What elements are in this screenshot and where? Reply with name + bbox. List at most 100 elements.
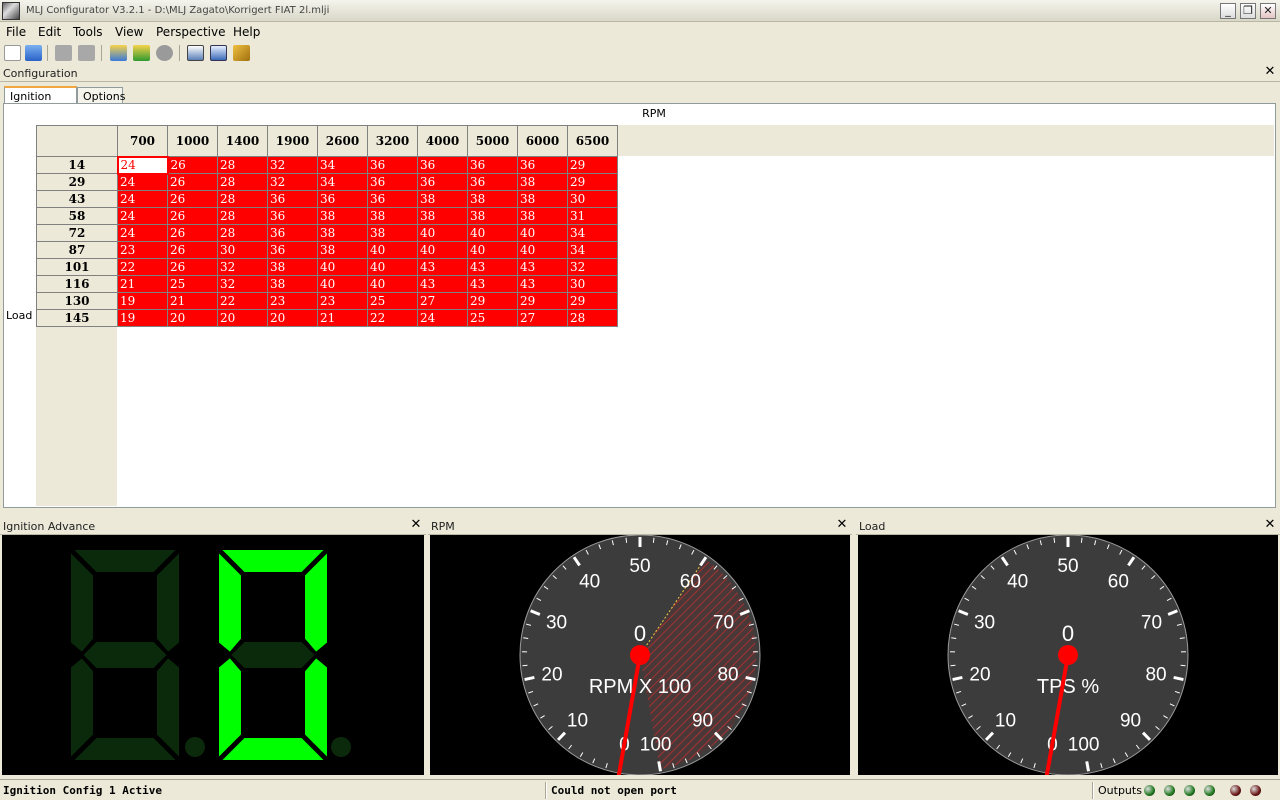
- map-cell[interactable]: 38: [467, 207, 518, 225]
- map-cell[interactable]: 36: [367, 190, 418, 208]
- map-cell[interactable]: 38: [267, 258, 318, 276]
- map-cell[interactable]: 40: [367, 275, 418, 293]
- wrench-icon[interactable]: [233, 45, 250, 61]
- map-cell[interactable]: 43: [417, 258, 468, 276]
- map-cell[interactable]: 26: [167, 173, 218, 191]
- upload-icon[interactable]: [110, 45, 127, 61]
- map-cell[interactable]: 29: [567, 156, 618, 174]
- menu-view[interactable]: View: [115, 25, 143, 39]
- download-icon[interactable]: [133, 45, 150, 61]
- map-cell[interactable]: 38: [317, 241, 368, 259]
- map-cell[interactable]: 32: [567, 258, 618, 276]
- save-icon[interactable]: [55, 45, 72, 61]
- map-cell[interactable]: 40: [467, 241, 518, 259]
- menu-edit[interactable]: Edit: [38, 25, 61, 39]
- map-cell[interactable]: 30: [217, 241, 268, 259]
- map-cell[interactable]: 25: [367, 292, 418, 310]
- chart-icon[interactable]: [210, 45, 227, 61]
- map-cell[interactable]: 36: [267, 190, 318, 208]
- map-cell[interactable]: 24: [417, 309, 468, 327]
- map-cell[interactable]: 32: [217, 275, 268, 293]
- map-cell[interactable]: 22: [217, 292, 268, 310]
- map-cell[interactable]: 19: [117, 309, 168, 327]
- map-cell[interactable]: 25: [467, 309, 518, 327]
- map-cell[interactable]: 36: [467, 156, 518, 174]
- map-cell[interactable]: 36: [317, 190, 368, 208]
- map-cell[interactable]: 32: [267, 173, 318, 191]
- menu-perspective[interactable]: Perspective: [156, 25, 226, 39]
- map-cell[interactable]: 24: [117, 207, 168, 225]
- map-cell[interactable]: 24: [116, 155, 169, 175]
- map-cell[interactable]: 36: [267, 241, 318, 259]
- map-cell[interactable]: 34: [567, 224, 618, 242]
- map-cell[interactable]: 19: [117, 292, 168, 310]
- map-cell[interactable]: 36: [267, 207, 318, 225]
- map-cell[interactable]: 38: [467, 190, 518, 208]
- map-cell[interactable]: 36: [367, 156, 418, 174]
- map-cell[interactable]: 32: [267, 156, 318, 174]
- config-icon[interactable]: [187, 45, 204, 61]
- map-cell[interactable]: 27: [517, 309, 568, 327]
- map-cell[interactable]: 43: [517, 258, 568, 276]
- map-cell[interactable]: 21: [317, 309, 368, 327]
- map-cell[interactable]: 43: [517, 275, 568, 293]
- map-cell[interactable]: 43: [417, 275, 468, 293]
- map-cell[interactable]: 28: [217, 190, 268, 208]
- map-cell[interactable]: 38: [317, 207, 368, 225]
- map-cell[interactable]: 40: [467, 224, 518, 242]
- menu-file[interactable]: File: [6, 25, 26, 39]
- map-cell[interactable]: 38: [267, 275, 318, 293]
- map-cell[interactable]: 26: [167, 156, 218, 174]
- map-cell[interactable]: 36: [517, 156, 568, 174]
- burn-icon[interactable]: [156, 45, 173, 61]
- close-icon[interactable]: ✕: [1263, 518, 1277, 532]
- map-cell[interactable]: 36: [267, 224, 318, 242]
- map-cell[interactable]: 36: [417, 173, 468, 191]
- map-cell[interactable]: 29: [567, 292, 618, 310]
- map-cell[interactable]: 36: [417, 156, 468, 174]
- map-cell[interactable]: 34: [317, 173, 368, 191]
- map-cell[interactable]: 38: [317, 224, 368, 242]
- map-cell[interactable]: 30: [567, 275, 618, 293]
- tab-options[interactable]: Options: [77, 87, 125, 104]
- map-cell[interactable]: 38: [517, 173, 568, 191]
- map-cell[interactable]: 38: [517, 207, 568, 225]
- open-folder-icon[interactable]: [25, 45, 42, 61]
- map-cell[interactable]: 22: [367, 309, 418, 327]
- map-cell[interactable]: 28: [567, 309, 618, 327]
- map-cell[interactable]: 40: [317, 275, 368, 293]
- map-cell[interactable]: 34: [317, 156, 368, 174]
- map-cell[interactable]: 24: [117, 173, 168, 191]
- map-cell[interactable]: 36: [467, 173, 518, 191]
- map-cell[interactable]: 20: [167, 309, 218, 327]
- map-cell[interactable]: 26: [167, 224, 218, 242]
- map-cell[interactable]: 40: [367, 258, 418, 276]
- save-as-icon[interactable]: [78, 45, 95, 61]
- map-cell[interactable]: 28: [217, 207, 268, 225]
- map-cell[interactable]: 29: [467, 292, 518, 310]
- restore-button[interactable]: ❐: [1240, 3, 1256, 19]
- map-cell[interactable]: 40: [417, 224, 468, 242]
- close-window-button[interactable]: ✕: [1260, 3, 1276, 19]
- map-cell[interactable]: 43: [467, 275, 518, 293]
- map-cell[interactable]: 28: [217, 224, 268, 242]
- map-cell[interactable]: 43: [467, 258, 518, 276]
- map-cell[interactable]: 26: [167, 241, 218, 259]
- map-cell[interactable]: 40: [517, 241, 568, 259]
- menu-tools[interactable]: Tools: [73, 25, 103, 39]
- map-cell[interactable]: 32: [217, 258, 268, 276]
- map-cell[interactable]: 26: [167, 190, 218, 208]
- close-icon[interactable]: ✕: [409, 518, 423, 532]
- map-cell[interactable]: 21: [167, 292, 218, 310]
- menu-help[interactable]: Help: [233, 25, 260, 39]
- map-cell[interactable]: 28: [217, 156, 268, 174]
- map-cell[interactable]: 24: [117, 224, 168, 242]
- map-cell[interactable]: 34: [567, 241, 618, 259]
- map-cell[interactable]: 28: [217, 173, 268, 191]
- map-cell[interactable]: 38: [367, 224, 418, 242]
- map-cell[interactable]: 38: [417, 207, 468, 225]
- close-icon[interactable]: ✕: [835, 518, 849, 532]
- map-cell[interactable]: 20: [267, 309, 318, 327]
- map-cell[interactable]: 40: [417, 241, 468, 259]
- map-cell[interactable]: 38: [517, 190, 568, 208]
